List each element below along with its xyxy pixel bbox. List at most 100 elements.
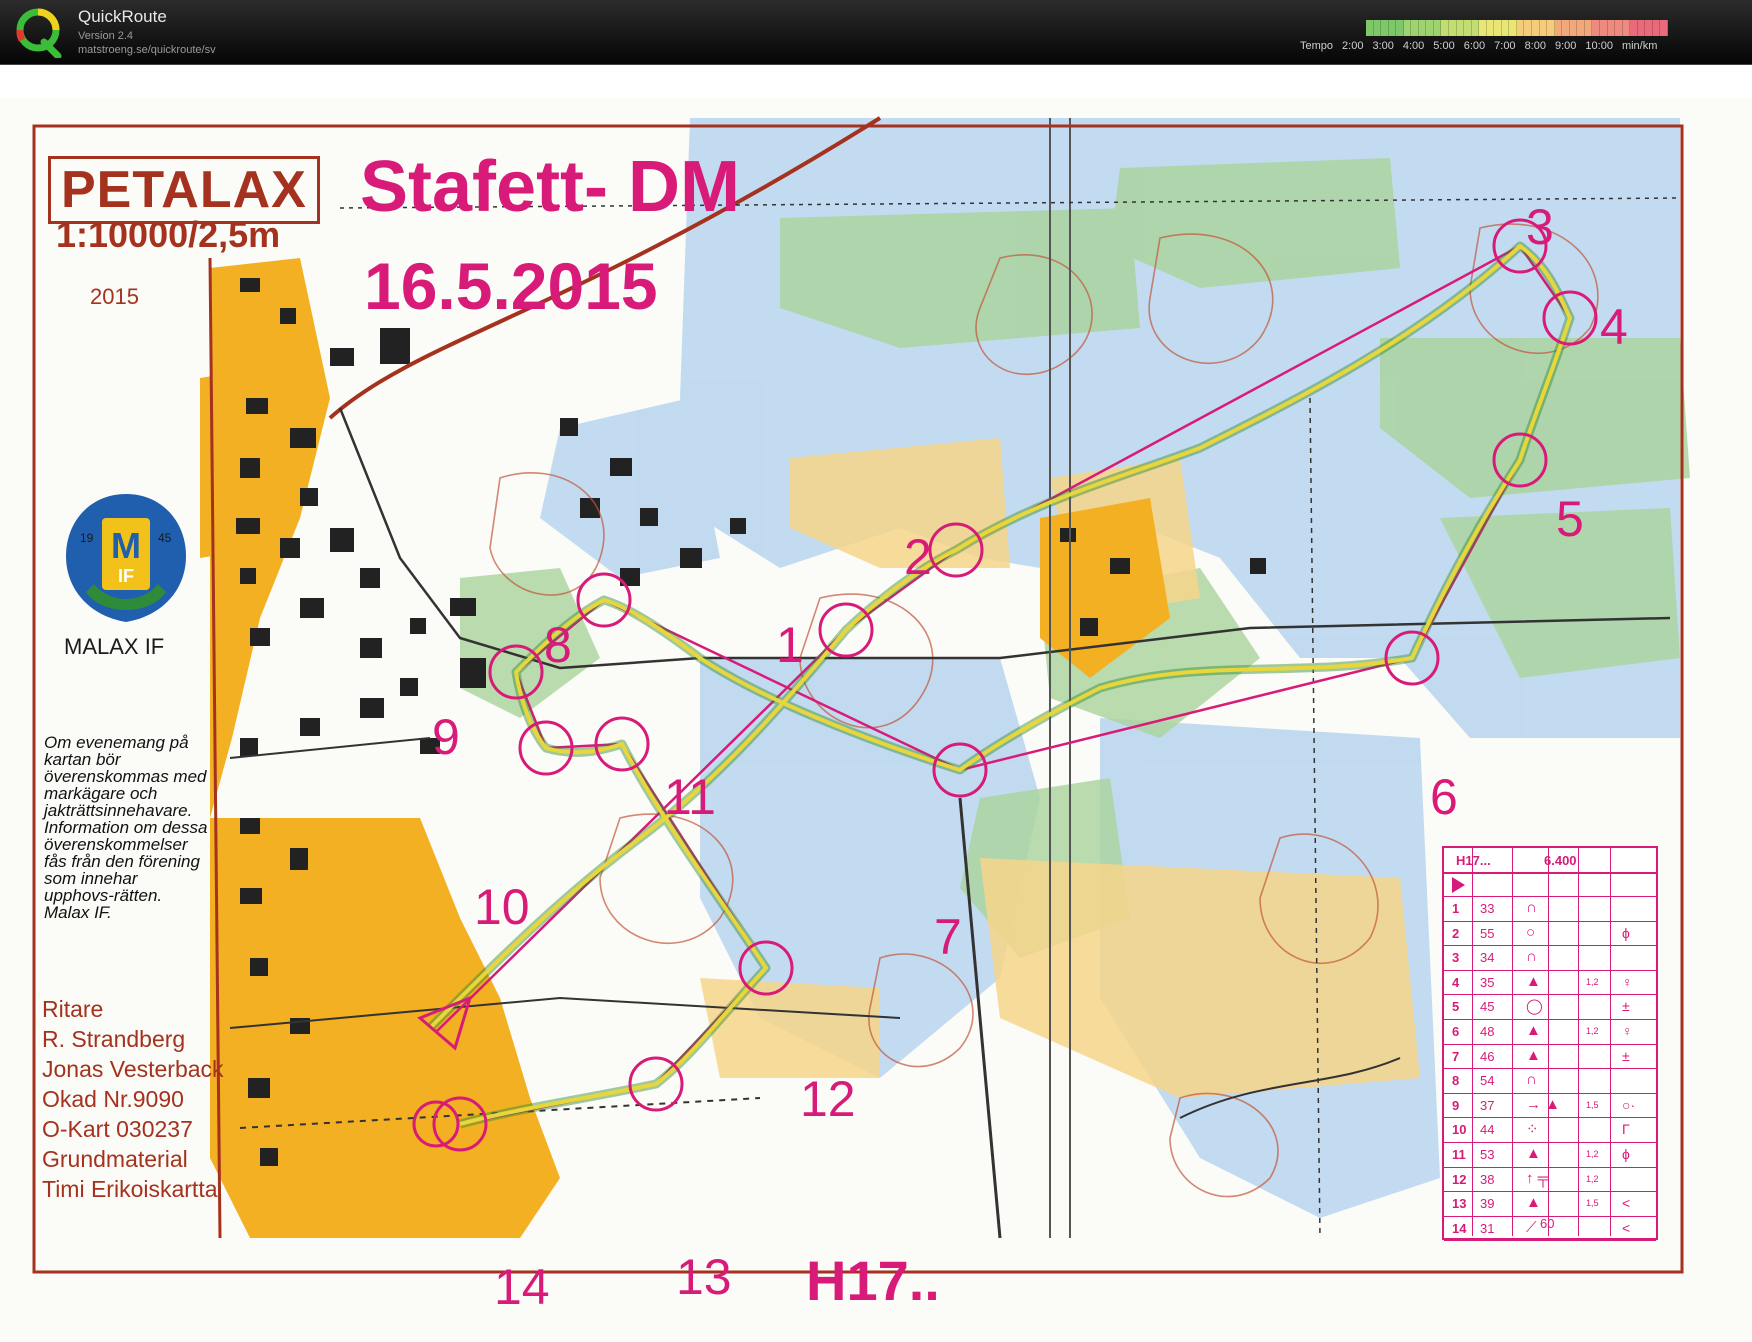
description-detail-symbol: Γ: [1622, 1121, 1630, 1138]
description-control-number: 4: [1452, 974, 1460, 990]
description-control-code: 35: [1480, 974, 1495, 990]
description-control-code: 34: [1480, 950, 1495, 966]
tempo-color-segment: [1630, 20, 1638, 36]
tempo-color-segment: [1426, 20, 1434, 36]
tempo-color-segment: [1584, 20, 1593, 36]
description-feature-symbol: ⁘: [1526, 1121, 1539, 1139]
tempo-color-segment: [1479, 20, 1487, 36]
tempo-color-bar: [1366, 20, 1668, 36]
description-rows: 1 33 ∩ 2 55 ○ ϕ 3 34 ∩ 4 35 ▲ 1,2 ♀ 5 45 ◯ ±6 48 ▲ 1,2 ♀ 7 46 ▲ ±8…: [1444, 897, 1656, 1242]
description-row: 3 34 ∩: [1444, 946, 1656, 971]
app-version: Version 2.4: [78, 30, 134, 42]
tempo-color-segment: [1366, 20, 1374, 36]
description-control-code: 45: [1480, 999, 1495, 1015]
tempo-color-segment: [1494, 20, 1502, 36]
description-feature-symbol: ∩: [1526, 1071, 1537, 1089]
description-dimension: 1,5: [1586, 1099, 1599, 1110]
tempo-color-segment: [1652, 20, 1661, 36]
tempo-color-segment: [1373, 20, 1382, 36]
description-control-number: 8: [1452, 1073, 1460, 1089]
tempo-color-segment: [1509, 20, 1517, 36]
control-number-13: 13: [676, 1249, 732, 1305]
map-canvas[interactable]: PETALAX 1:10000/2,5m 2015 Stafett- DM 16…: [0, 98, 1752, 1342]
club-logo-year-right: 45: [158, 531, 172, 545]
app-title: QuickRoute: [78, 7, 167, 26]
description-row: 10 44 ⁘ Γ: [1444, 1118, 1656, 1143]
description-feature-symbol: ◯: [1526, 998, 1543, 1016]
app-url[interactable]: matstroeng.se/quickroute/sv: [78, 44, 216, 56]
description-course: H17...: [1456, 853, 1491, 868]
control-number-4: 4: [1600, 299, 1628, 355]
control-number-1: 1: [776, 617, 804, 673]
description-detail-symbol: ±: [1622, 998, 1630, 1015]
description-row: 4 35 ▲ 1,2 ♀: [1444, 971, 1656, 996]
description-feature-symbol: ▲: [1526, 1021, 1541, 1039]
description-start-row: [1444, 874, 1656, 897]
description-feature-symbol: ▲: [1526, 1046, 1541, 1064]
description-control-number: 12: [1452, 1171, 1467, 1187]
tempo-color-segment: [1577, 20, 1585, 36]
tempo-color-segment: [1441, 20, 1450, 36]
tempo-color-segment: [1562, 20, 1570, 36]
tempo-color-segment: [1501, 20, 1510, 36]
description-row: 12 38 ↑ ╤ 1,2: [1444, 1168, 1656, 1193]
tempo-color-segment: [1615, 20, 1623, 36]
tempo-color-segment: [1532, 20, 1540, 36]
club-logo-initials: IF: [118, 566, 134, 586]
tempo-tick: 2:00: [1342, 40, 1364, 52]
club-logo-icon: M IF 19 45: [66, 494, 186, 622]
description-control-number: 9: [1452, 1097, 1460, 1113]
control-number-7: 7: [934, 909, 962, 965]
control-number-8: 8: [544, 617, 572, 673]
description-feature-symbol: ○: [1526, 923, 1536, 941]
permission-notice: Om evenemang på kartan bör överenskommas…: [44, 733, 208, 922]
control-number-5: 5: [1556, 491, 1584, 547]
description-control-code: 55: [1480, 925, 1495, 941]
description-control-code: 48: [1480, 1023, 1495, 1039]
description-control-number: 1: [1452, 901, 1460, 916]
description-control-number: 7: [1452, 1048, 1460, 1064]
tempo-tick: 8:00: [1524, 40, 1546, 52]
description-control-number: 6: [1452, 1023, 1460, 1039]
description-feature-symbol: ∩: [1526, 948, 1537, 966]
credit-line: Okad Nr.9090: [42, 1086, 184, 1112]
event-date: 16.5.2015: [364, 249, 658, 323]
description-row: 11 53 ▲ 1,2 ϕ: [1444, 1143, 1656, 1168]
description-control-number: 2: [1452, 925, 1460, 941]
map-year: 2015: [90, 284, 139, 309]
tempo-color-segment: [1456, 20, 1465, 36]
tempo-color-segment: [1388, 20, 1397, 36]
description-detail-symbol: ○·: [1622, 1096, 1636, 1113]
event-title: Stafett- DM: [360, 147, 740, 227]
description-control-number: 10: [1452, 1122, 1467, 1138]
description-feature-symbol: ∩: [1526, 899, 1537, 916]
description-control-number: 11: [1452, 1146, 1466, 1162]
tempo-tick: 7:00: [1494, 40, 1516, 52]
tempo-tick: 3:00: [1372, 40, 1394, 52]
tempo-tick: 10:00: [1585, 40, 1613, 52]
description-row: 9 37 → ▲ 1,5 ○·: [1444, 1094, 1656, 1119]
control-description-sheet: H17... 6.400 1 33 ∩ 2 55 ○ ϕ 3 34 ∩ 4 35 ▲ 1,2 ♀ 5 45 ◯ ±6…: [1442, 846, 1658, 1242]
tempo-color-segment: [1660, 20, 1668, 36]
description-length: 6.400: [1544, 853, 1577, 868]
credit-line: R. Strandberg: [42, 1026, 186, 1052]
quickroute-logo-icon: [16, 8, 62, 58]
description-feature-symbol: ▲: [1526, 972, 1541, 990]
club-logo-letter: M: [111, 525, 141, 566]
description-control-number: 3: [1452, 950, 1460, 966]
description-row: 5 45 ◯ ±: [1444, 995, 1656, 1020]
credit-line: Timi Erikoiskartta: [42, 1176, 218, 1202]
description-feature-symbol: ↑ ╤: [1526, 1169, 1549, 1187]
tempo-color-segment: [1622, 20, 1631, 36]
description-finish-distance: 60: [1540, 1216, 1555, 1231]
course-id-label: H17..: [806, 1249, 940, 1312]
tempo-color-segment: [1516, 20, 1525, 36]
control-number-3: 3: [1526, 199, 1554, 255]
description-control-code: 44: [1480, 1122, 1495, 1138]
description-dimension: 1,5: [1586, 1198, 1599, 1209]
control-number-11: 11: [664, 769, 716, 825]
description-control-code: 54: [1480, 1073, 1495, 1089]
description-row: 2 55 ○ ϕ: [1444, 922, 1656, 947]
description-control-code: 46: [1480, 1048, 1495, 1064]
description-control-code: 33: [1480, 901, 1495, 916]
